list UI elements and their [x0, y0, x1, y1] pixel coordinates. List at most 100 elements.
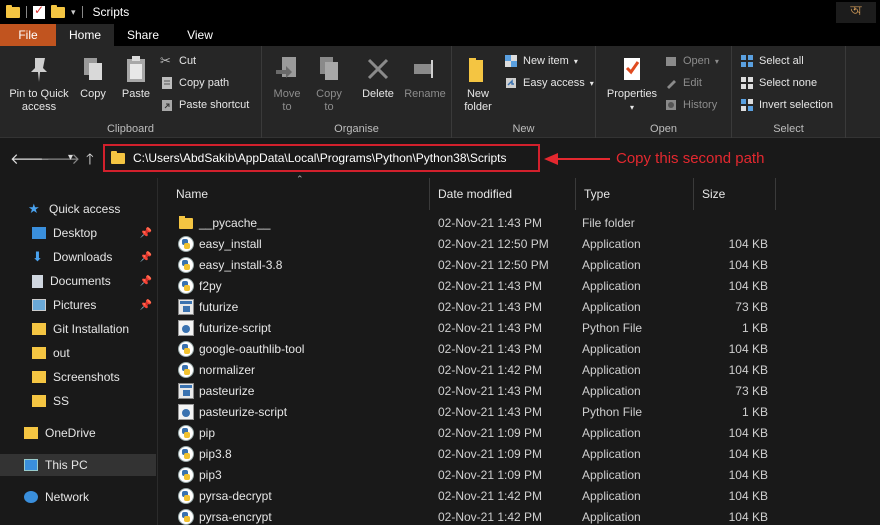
column-header-type[interactable]: Type: [576, 178, 694, 210]
file-name-cell[interactable]: f2py: [178, 275, 222, 296]
file-size: 104 KB: [728, 236, 768, 251]
file-name: __pycache__: [199, 215, 271, 230]
sidebar-item-downloads[interactable]: ⬇ Downloads 📌: [0, 246, 156, 268]
table-row[interactable]: normalizer 02-Nov-21 1:42 PM Application 10…: [158, 359, 880, 380]
new-folder-icon: [469, 58, 483, 82]
file-name-cell[interactable]: pyrsa-encrypt: [178, 506, 272, 525]
sidebar-item-label: SS: [53, 394, 70, 408]
pin-icon[interactable]: 📌: [140, 228, 152, 239]
file-name-cell[interactable]: pip: [178, 422, 215, 443]
table-row[interactable]: futurize 02-Nov-21 1:43 PM Application 73 K…: [158, 296, 880, 317]
move-to-label-line1: Move: [273, 88, 301, 100]
sidebar-item-network[interactable]: Network: [0, 486, 156, 508]
open-button[interactable]: Open ▾: [664, 54, 719, 68]
easy-access-button[interactable]: Easy access ▾: [504, 76, 594, 90]
pin-icon[interactable]: 📌: [140, 252, 152, 263]
file-name-cell[interactable]: normalizer: [178, 359, 255, 380]
column-header-name[interactable]: Name: [168, 178, 430, 210]
copy-to-button[interactable]: Copy to: [312, 54, 346, 114]
file-type: Application: [582, 509, 641, 524]
copy-button[interactable]: Copy: [76, 54, 110, 101]
recent-locations-chevron-icon[interactable]: ▾: [68, 152, 73, 163]
file-name-cell[interactable]: pyrsa-decrypt: [178, 485, 272, 506]
properties-button[interactable]: Properties ▾: [602, 54, 662, 114]
file-name-cell[interactable]: google-oauthlib-tool: [178, 338, 304, 359]
folder-icon: [32, 323, 46, 335]
sidebar-item-documents[interactable]: Documents 📌: [0, 270, 156, 292]
select-all-label: Select all: [759, 55, 804, 67]
file-name-cell[interactable]: easy_install-3.8: [178, 254, 282, 275]
pin-icon[interactable]: 📌: [140, 300, 152, 311]
tab-home[interactable]: Home: [56, 24, 114, 46]
sidebar-item-desktop[interactable]: Desktop 📌: [0, 222, 156, 244]
table-row[interactable]: futurize-script 02-Nov-21 1:43 PM Python F…: [158, 317, 880, 338]
address-path[interactable]: C:\Users\AbdSakib\AppData\Local\Programs…: [133, 151, 507, 165]
paste-button[interactable]: Paste: [116, 54, 156, 101]
sidebar-item-quick-access[interactable]: ★ Quick access: [0, 198, 156, 220]
new-folder-button[interactable]: New folder: [458, 54, 498, 114]
divider: [81, 6, 83, 18]
history-button[interactable]: History: [664, 98, 717, 112]
table-row[interactable]: pasteurize 02-Nov-21 1:43 PM Application 73…: [158, 380, 880, 401]
language-indicator[interactable]: অ: [836, 2, 876, 23]
new-item-icon: [505, 55, 517, 67]
tab-file[interactable]: File: [0, 24, 56, 46]
file-name-cell[interactable]: pasteurize-script: [178, 401, 287, 422]
file-name-cell[interactable]: pasteurize: [178, 380, 254, 401]
new-folder-label-line2: folder: [464, 101, 492, 113]
column-header-size[interactable]: Size: [694, 178, 776, 210]
table-row[interactable]: pyrsa-encrypt 02-Nov-21 1:42 PM Applicatio…: [158, 506, 880, 525]
up-arrow-icon[interactable]: 🡑: [86, 149, 94, 174]
file-name-cell[interactable]: futurize: [178, 296, 238, 317]
table-row[interactable]: google-oauthlib-tool 02-Nov-21 1:43 PM App…: [158, 338, 880, 359]
table-row[interactable]: pyrsa-decrypt 02-Nov-21 1:42 PM Applicatio…: [158, 485, 880, 506]
sidebar-item-ss[interactable]: SS: [0, 390, 156, 412]
table-row[interactable]: pip3 02-Nov-21 1:09 PM Application 104 KB: [158, 464, 880, 485]
sidebar-item-screenshots[interactable]: Screenshots: [0, 366, 156, 388]
edit-button[interactable]: Edit: [664, 76, 702, 90]
file-name-cell[interactable]: easy_install: [178, 233, 262, 254]
sidebar-item-pictures[interactable]: Pictures 📌: [0, 294, 156, 316]
paste-shortcut-button[interactable]: Paste shortcut: [160, 98, 249, 112]
table-row[interactable]: pip 02-Nov-21 1:09 PM Application 104 KB: [158, 422, 880, 443]
table-row[interactable]: easy_install-3.8 02-Nov-21 12:50 PM Applic…: [158, 254, 880, 275]
tab-view[interactable]: View: [172, 24, 228, 46]
table-row[interactable]: pasteurize-script 02-Nov-21 1:43 PM Python…: [158, 401, 880, 422]
sidebar-item-out[interactable]: out: [0, 342, 156, 364]
address-bar[interactable]: C:\Users\AbdSakib\AppData\Local\Programs…: [103, 144, 540, 172]
table-row[interactable]: f2py 02-Nov-21 1:43 PM Application 104 KB: [158, 275, 880, 296]
file-size: 104 KB: [728, 446, 768, 461]
history-icon: [666, 100, 676, 110]
cut-button[interactable]: ✂ Cut: [160, 54, 196, 68]
delete-label: Delete: [362, 88, 394, 100]
chevron-down-icon[interactable]: ▾: [71, 7, 76, 18]
tab-share[interactable]: Share: [114, 24, 172, 46]
new-folder-icon[interactable]: [51, 4, 65, 18]
rename-button[interactable]: Rename: [402, 54, 448, 101]
forward-arrow-icon[interactable]: 🡒: [40, 149, 80, 168]
pin-to-quick-access-button[interactable]: Pin to Quick access: [4, 54, 74, 114]
table-row[interactable]: easy_install 02-Nov-21 12:50 PM Applicatio…: [158, 233, 880, 254]
file-name-cell[interactable]: futurize-script: [178, 317, 271, 338]
select-all-button[interactable]: Select all: [740, 54, 804, 68]
file-type: Application: [582, 362, 641, 377]
move-to-button[interactable]: Move to: [270, 54, 304, 114]
table-row[interactable]: pip3.8 02-Nov-21 1:09 PM Application 104 KB: [158, 443, 880, 464]
file-name-cell[interactable]: __pycache__: [178, 212, 270, 233]
sidebar-item-onedrive[interactable]: OneDrive: [0, 422, 156, 444]
file-name-cell[interactable]: pip3: [178, 464, 222, 485]
copy-path-button[interactable]: Copy path: [160, 76, 229, 90]
table-row[interactable]: __pycache__ 02-Nov-21 1:43 PM File folder: [158, 212, 880, 233]
delete-button[interactable]: Delete: [358, 54, 398, 101]
scissors-icon: ✂: [160, 53, 171, 68]
new-item-button[interactable]: New item ▾: [504, 54, 578, 68]
pin-icon[interactable]: 📌: [140, 276, 152, 287]
sidebar-item-this-pc[interactable]: This PC: [0, 454, 156, 476]
invert-selection-button[interactable]: Invert selection: [740, 98, 833, 112]
column-header-date-modified[interactable]: Date modified: [430, 178, 576, 210]
properties-icon[interactable]: [33, 3, 45, 19]
sidebar-item-git-installation[interactable]: Git Installation: [0, 318, 156, 340]
file-name-cell[interactable]: pip3.8: [178, 443, 232, 464]
file-name: pyrsa-decrypt: [199, 488, 272, 503]
select-none-button[interactable]: Select none: [740, 76, 817, 90]
